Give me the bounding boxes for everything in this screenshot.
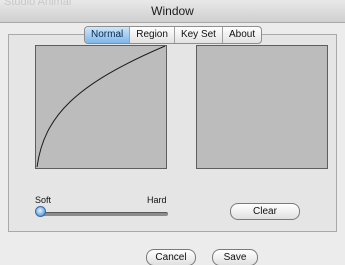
curve-editor[interactable]: [35, 45, 167, 169]
tab-about[interactable]: About: [221, 27, 261, 43]
region-preview[interactable]: [196, 45, 328, 169]
save-button[interactable]: Save: [212, 249, 258, 265]
response-curve: [36, 46, 166, 168]
tab-key-set[interactable]: Key Set: [173, 27, 222, 43]
tab-bar: Normal Region Key Set About: [84, 26, 263, 44]
hardness-slider-track[interactable]: [37, 212, 168, 216]
tab-normal[interactable]: Normal: [85, 27, 130, 43]
hardness-slider-thumb[interactable]: [35, 206, 46, 217]
slider-min-label: Soft: [35, 195, 52, 205]
window-title: Window: [151, 4, 194, 18]
tab-region[interactable]: Region: [129, 27, 174, 43]
cancel-button[interactable]: Cancel: [146, 249, 196, 265]
curve-graph: [36, 46, 166, 168]
slider-max-label: Hard: [147, 195, 167, 205]
clear-button[interactable]: Clear: [230, 203, 300, 220]
window: Studio Animal Window Normal Region Key S…: [0, 0, 345, 265]
title-bar[interactable]: Studio Animal Window: [0, 0, 345, 23]
